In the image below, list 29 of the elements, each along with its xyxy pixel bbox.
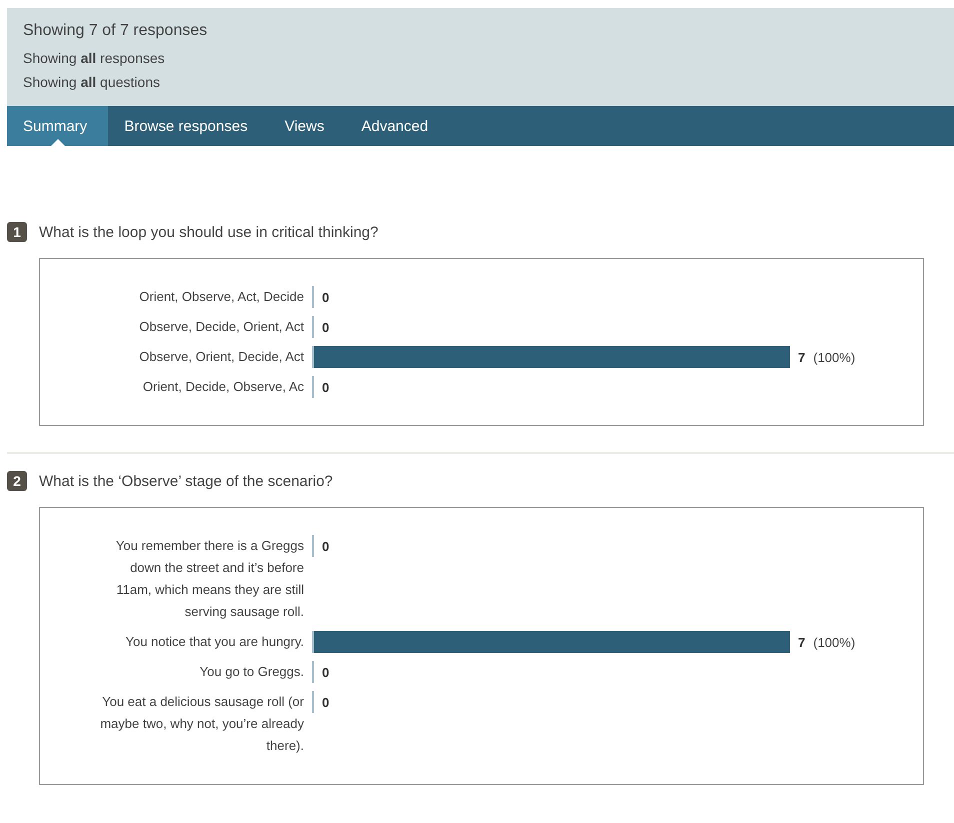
answer-label: You notice that you are hungry. — [125, 633, 305, 651]
answer-count: 0 — [322, 664, 330, 680]
tab[interactable]: Advanced — [345, 106, 450, 146]
answer-count: 0 — [322, 694, 330, 710]
answer-label: You remember there is a Greggs down the street and it’s before 11am, which means they are still serving sausage roll. — [114, 537, 305, 621]
answer-percent: (100%) — [813, 634, 856, 650]
question-text: What is the ‘Observe’ stage of the scenario? — [39, 472, 333, 490]
filter-note: Showing all questions — [23, 74, 161, 90]
response-count: Showing 7 of 7 responses — [23, 22, 208, 40]
answer-count: 0 — [322, 538, 330, 554]
tab[interactable]: Browse responses — [108, 106, 269, 146]
answer-count: 0 — [322, 320, 330, 334]
question-number: 1 — [7, 222, 27, 242]
answer-label: Orient, Decide, Observe, Ac — [142, 378, 305, 396]
answer-count: 7 — [798, 350, 806, 364]
answer-label: Observe, Decide, Orient, Act — [139, 318, 305, 336]
question-number: 2 — [7, 471, 27, 491]
tab[interactable]: Summary — [7, 106, 108, 146]
answer-count: 0 — [322, 380, 330, 394]
answer-label: You go to Greggs. — [200, 663, 305, 681]
answer-label: You eat a delicious sausage roll (or maybe two, why not, you’re already there). — [99, 693, 305, 755]
filter-note: Showing all responses — [23, 50, 166, 66]
question-text: What is the loop you should use in critical thinking? — [39, 224, 378, 240]
answer-count: 0 — [322, 290, 330, 304]
answer-count: 7 — [798, 634, 806, 650]
answer-percent: (100%) — [813, 350, 856, 364]
answer-label: Orient, Observe, Act, Decide — [139, 288, 305, 306]
tab[interactable]: Views — [268, 106, 346, 146]
answer-label: Observe, Orient, Decide, Act — [139, 348, 305, 366]
